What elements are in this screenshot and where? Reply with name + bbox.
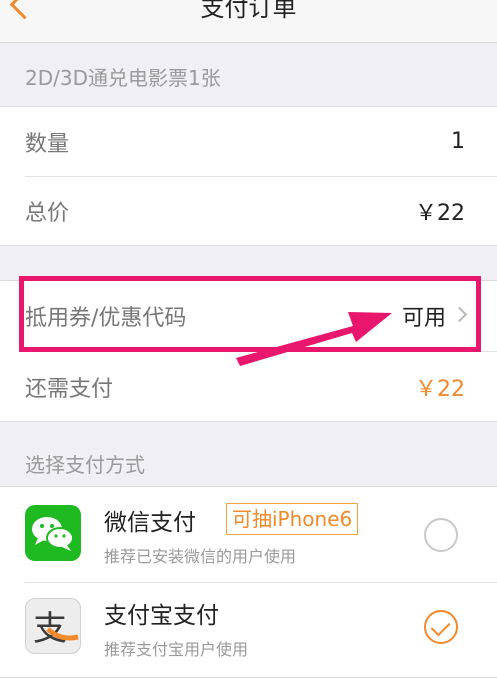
alipay-subtitle: 推荐支付宝用户使用 xyxy=(104,640,249,659)
alipay-radio-button[interactable] xyxy=(424,610,458,644)
alipay-title: 支付宝支付 xyxy=(104,603,219,629)
wechat-radio-button[interactable] xyxy=(424,518,458,552)
promo-badge: 可抽iPhone6 xyxy=(226,503,359,535)
wechat-icon xyxy=(25,505,81,561)
alipay-icon: 支 xyxy=(25,598,81,654)
divider xyxy=(25,582,497,583)
checkmark-icon xyxy=(430,616,451,637)
wechat-pay-subtitle: 推荐已安装微信的用户使用 xyxy=(104,547,297,566)
wechat-pay-title: 微信支付 xyxy=(104,510,196,536)
payment-section-header: 选择支付方式 xyxy=(25,453,145,477)
